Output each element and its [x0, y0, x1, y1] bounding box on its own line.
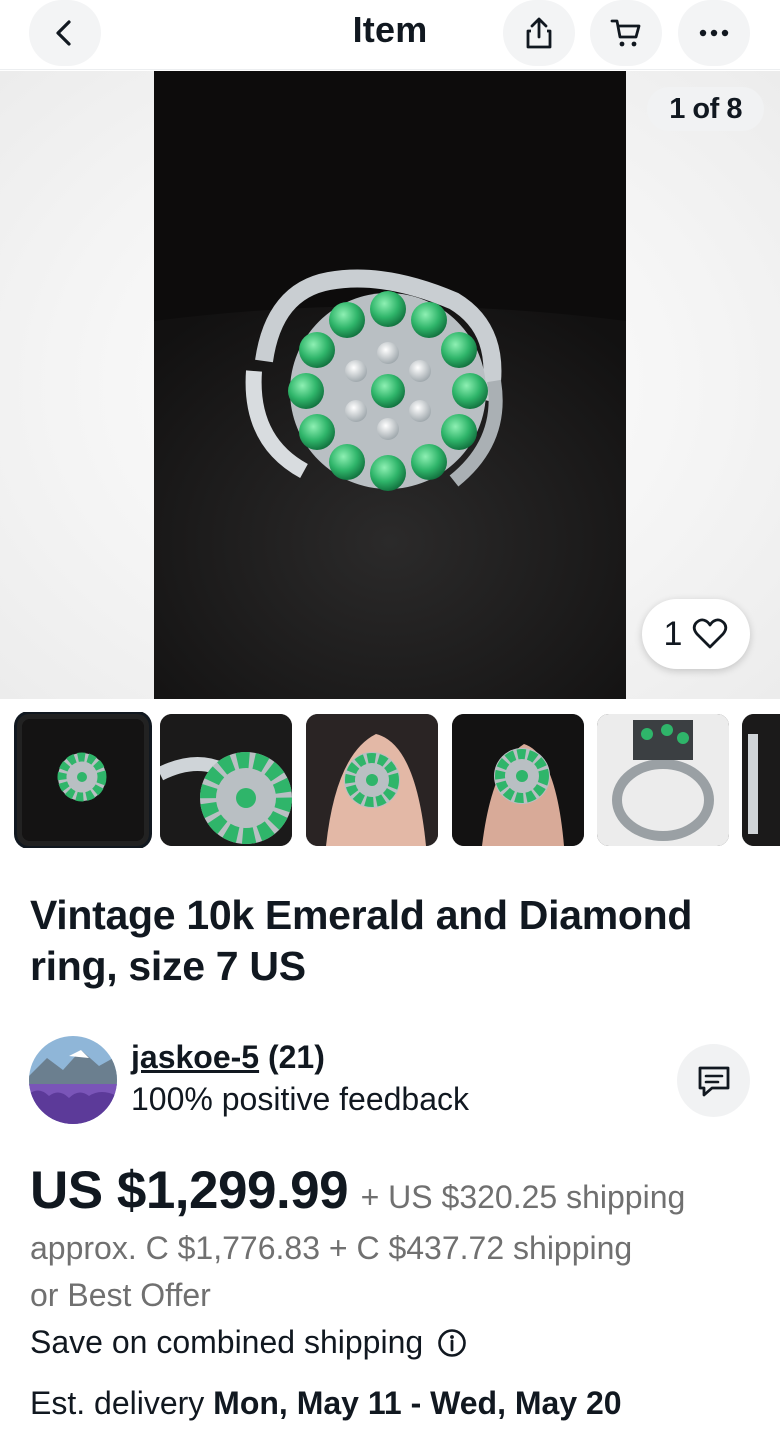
more-icon [699, 29, 729, 37]
share-icon [526, 17, 552, 49]
thumbnail[interactable] [306, 714, 438, 846]
page-title: Item [352, 9, 428, 50]
seller-avatar[interactable] [29, 1036, 117, 1124]
item-photo[interactable] [154, 71, 626, 699]
heart-icon [693, 618, 728, 649]
info-icon[interactable] [437, 1328, 467, 1358]
seller-score: (21) [267, 1039, 325, 1075]
watch-count: 1 [663, 614, 683, 653]
approx-price: approx. C $1,776.83 + C $437.72 shipping [30, 1230, 633, 1266]
message-seller-button[interactable] [677, 1044, 750, 1117]
estimated-delivery: Est. delivery Mon, May 11 - Wed, May 20 [30, 1385, 622, 1422]
combined-shipping: Save on combined shipping [30, 1324, 467, 1361]
seller-info: jaskoe-5 (21) [131, 1039, 325, 1076]
seller-name-link[interactable]: jaskoe-5 [131, 1039, 259, 1075]
share-button[interactable] [503, 0, 575, 66]
item-price: US $1,299.99 [30, 1161, 349, 1220]
watch-button[interactable]: 1 [642, 599, 750, 669]
message-icon [698, 1066, 729, 1096]
thumbnail[interactable] [452, 714, 584, 846]
thumbnail-strip[interactable] [0, 712, 780, 848]
delivery-label: Est. delivery [30, 1385, 205, 1421]
delivery-dates: Mon, May 11 - Wed, May 20 [213, 1385, 622, 1421]
listing-title: Vintage 10k Emerald and Diamond ring, si… [30, 892, 693, 989]
price-row: US $1,299.99 + US $320.25 shipping [30, 1160, 685, 1221]
thumbnail[interactable] [160, 714, 292, 846]
thumbnail[interactable] [17, 714, 149, 846]
thumbnail[interactable] [597, 714, 729, 846]
seller-feedback: 100% positive feedback [131, 1081, 469, 1117]
thumbnail[interactable] [742, 714, 780, 846]
shipping-cost: + US $320.25 shipping [360, 1179, 686, 1215]
combined-shipping-label: Save on combined shipping [30, 1324, 424, 1360]
more-options-button[interactable] [678, 0, 750, 66]
image-counter: 1 of 8 [647, 87, 764, 131]
top-nav-bar: Item [0, 0, 780, 70]
best-offer-text: or Best Offer [30, 1277, 211, 1313]
image-gallery[interactable]: 1 of 8 1 [0, 71, 780, 699]
cart-button[interactable] [590, 0, 662, 66]
cart-icon [610, 19, 641, 47]
